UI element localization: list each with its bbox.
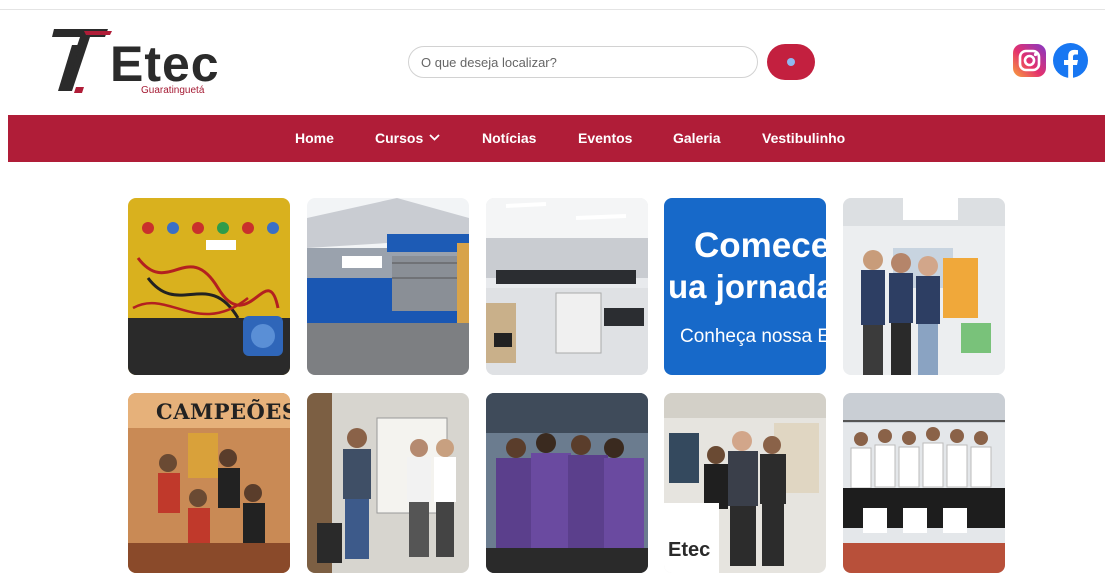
search-icon [787,58,795,66]
promo-line-2: ua jornada a [668,268,826,305]
gallery-promo-banner[interactable]: Comece ua jornada a Conheça nossa E [664,198,826,375]
gallery-photo-computer-lab[interactable] [486,198,648,375]
search-button[interactable] [767,44,815,80]
nav-item-cursos[interactable]: Cursos [375,115,440,162]
nav-label: Home [295,130,334,146]
gallery-photo-volleyball-team[interactable] [843,393,1005,573]
gallery-photo-fair-booth[interactable] [843,198,1005,375]
nav-label: Notícias [482,130,537,146]
photo-fair-booth [843,198,1005,375]
photo-team-huddle [486,393,648,573]
nav-label: Cursos [375,130,424,146]
photo-computer-lab [486,198,648,375]
nav-item-galeria[interactable]: Galeria [673,115,720,162]
promo-line-3: Conheça nossa E [680,326,826,347]
etec-logo[interactable]: Etec Guaratinguetá [50,25,220,97]
nav-item-home[interactable]: Home [295,115,334,162]
champions-title: CAMPEÕES [156,399,290,424]
gallery-photo-booth-visitors[interactable]: Etec [664,393,826,573]
promo-line-1: Comece [694,226,826,265]
facebook-link[interactable] [1053,43,1088,78]
chevron-down-icon [429,134,440,142]
nav-item-noticias[interactable]: Notícias [482,115,536,162]
nav-label: Eventos [578,130,633,146]
photo-students-poster [307,393,469,573]
main-nav: Home Cursos Notícias Eventos Galeria Ves… [8,115,1105,162]
photo-volleyball-team [843,393,1005,573]
nav-item-eventos[interactable]: Eventos [578,115,632,162]
logo-wordmark: Etec [110,36,220,92]
gallery-photo-students-poster[interactable] [307,393,469,573]
facebook-icon [1053,43,1088,78]
gallery-photo-team-huddle[interactable] [486,393,648,573]
photo-electrical-panel [128,198,290,375]
instagram-icon [1013,44,1046,77]
nav-label: Galeria [673,130,721,146]
gallery-photo-champions[interactable]: CAMPEÕES [128,393,290,573]
booth-sign-text: Etec [668,539,711,561]
top-divider [0,9,1105,10]
nav-item-vestibulinho[interactable]: Vestibulinho [762,115,845,162]
instagram-link[interactable] [1013,44,1046,77]
logo-city: Guaratinguetá [141,85,205,96]
search-input[interactable] [408,46,758,78]
photo-school-facade [307,198,469,375]
gallery-photo-electrical-panel[interactable] [128,198,290,375]
gallery-photo-school-facade[interactable] [307,198,469,375]
nav-label: Vestibulinho [762,130,846,146]
